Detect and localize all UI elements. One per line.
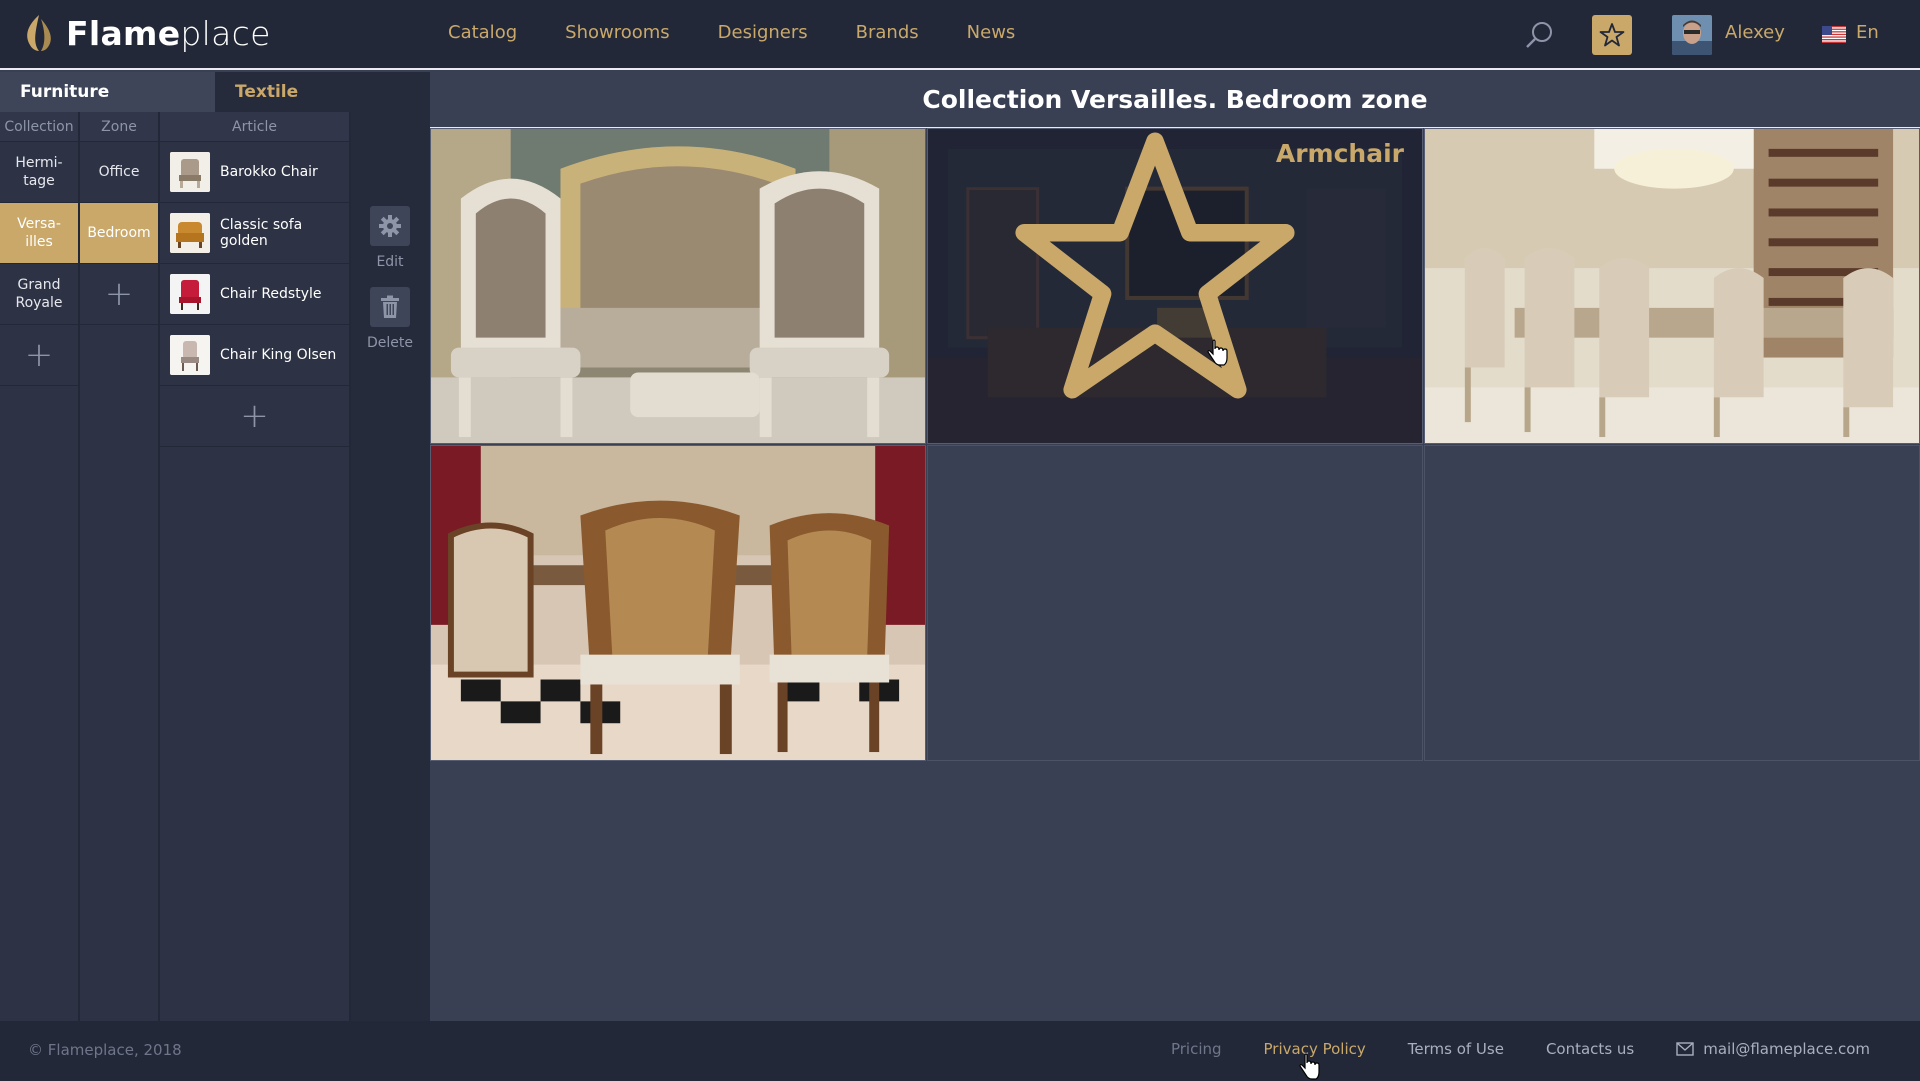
zone-bedroom[interactable]: Bedroom — [80, 203, 158, 264]
favorites-button[interactable] — [1592, 15, 1632, 55]
article-thumbnail — [170, 335, 210, 375]
footer-link-pricing[interactable]: Pricing — [1171, 1040, 1222, 1058]
interior-image-tile[interactable]: Armchair — [927, 128, 1423, 444]
hand-cursor-icon — [1207, 339, 1228, 366]
search-icon[interactable] — [1522, 18, 1556, 52]
article-thumbnail — [170, 274, 210, 314]
avatar[interactable] — [1672, 15, 1712, 55]
article-item[interactable]: Chair King Olsen — [160, 325, 349, 386]
empty-tile — [1424, 445, 1920, 761]
interior-photo — [431, 129, 925, 443]
delete-button[interactable]: Delete — [367, 287, 413, 351]
footer-links: Pricing Privacy Policy Terms of Use Cont… — [1171, 1040, 1870, 1058]
delete-label: Delete — [367, 335, 413, 351]
zone-office[interactable]: Office — [80, 142, 158, 203]
article-name: Classic sofa golden — [220, 217, 303, 249]
collection-versailles[interactable]: Versa- illes — [0, 203, 78, 264]
article-thumbnail — [170, 213, 210, 253]
collection-column: Collection Hermi- tage Versa- illes Gran… — [0, 112, 80, 1021]
mail-icon — [1676, 1042, 1694, 1056]
zone-column: Zone Office Bedroom + — [80, 112, 160, 1021]
nav-catalog[interactable]: Catalog — [448, 22, 517, 43]
zone-header: Zone — [80, 112, 158, 142]
trash-icon — [381, 295, 399, 318]
interior-image-tile[interactable] — [1424, 128, 1920, 444]
nav-news[interactable]: News — [967, 22, 1016, 43]
add-collection-button[interactable]: + — [0, 325, 78, 386]
user-name[interactable]: Alexey — [1725, 22, 1785, 43]
article-name: Barokko Chair — [220, 164, 318, 180]
interior-photo — [431, 446, 925, 760]
tab-textile[interactable]: Textile — [215, 72, 430, 112]
tab-furniture[interactable]: Furniture — [0, 72, 215, 112]
article-item[interactable]: Chair Redstyle — [160, 264, 349, 325]
top-header: Flameplace Catalog Showrooms Designers B… — [0, 0, 1920, 70]
us-flag-icon[interactable] — [1822, 26, 1846, 43]
catalog-sidebar: Furniture Textile Collection Hermi- tage… — [0, 72, 430, 1021]
brand-name: Flameplace — [66, 13, 271, 53]
interior-image-tile[interactable] — [430, 128, 926, 444]
article-name: Chair Redstyle — [220, 286, 322, 302]
interior-photo — [1425, 129, 1919, 443]
page-title: Collection Versailles. Bedroom zone — [430, 72, 1920, 128]
collection-header: Collection — [0, 112, 78, 142]
language-selector[interactable]: En — [1856, 22, 1879, 43]
logo[interactable]: Flameplace — [22, 10, 271, 56]
footer-link-terms[interactable]: Terms of Use — [1408, 1040, 1504, 1058]
copyright: © Flameplace, 2018 — [28, 1041, 182, 1059]
edit-button[interactable]: Edit — [370, 206, 410, 270]
flame-logo-icon — [27, 15, 51, 51]
footer-link-contacts[interactable]: Contacts us — [1546, 1040, 1634, 1058]
tools-column: Edit Delete — [351, 112, 430, 1021]
collection-grand-royale[interactable]: Grand Royale — [0, 264, 78, 325]
collection-view: Collection Versailles. Bedroom zone Armc… — [430, 72, 1920, 1021]
add-zone-button[interactable]: + — [80, 264, 158, 325]
empty-tile — [927, 445, 1423, 761]
email-link[interactable]: mail@flameplace.com — [1676, 1040, 1870, 1058]
collection-hermitage[interactable]: Hermi- tage — [0, 142, 78, 203]
article-item[interactable]: Barokko Chair — [160, 142, 349, 203]
article-item[interactable]: Classic sofa golden — [160, 203, 349, 264]
interior-image-tile[interactable] — [430, 445, 926, 761]
nav-showrooms[interactable]: Showrooms — [565, 22, 670, 43]
article-header: Article — [160, 112, 349, 142]
gear-icon — [379, 215, 401, 237]
add-article-button[interactable]: + — [160, 386, 349, 447]
star-icon[interactable] — [927, 128, 1402, 429]
star-icon — [1599, 23, 1625, 47]
nav-designers[interactable]: Designers — [718, 22, 808, 43]
main-nav: Catalog Showrooms Designers Brands News — [448, 22, 1015, 43]
footer: © Flameplace, 2018 Pricing Privacy Polic… — [0, 1021, 1920, 1081]
article-thumbnail — [170, 152, 210, 192]
category-tabs: Furniture Textile — [0, 72, 430, 112]
nav-brands[interactable]: Brands — [856, 22, 919, 43]
edit-label: Edit — [376, 254, 404, 270]
article-name: Chair King Olsen — [220, 347, 337, 363]
article-column: Article Barokko Chair Classic sofa golde… — [160, 112, 351, 1021]
hand-cursor-icon — [1299, 1053, 1320, 1080]
email-address: mail@flameplace.com — [1703, 1040, 1870, 1058]
